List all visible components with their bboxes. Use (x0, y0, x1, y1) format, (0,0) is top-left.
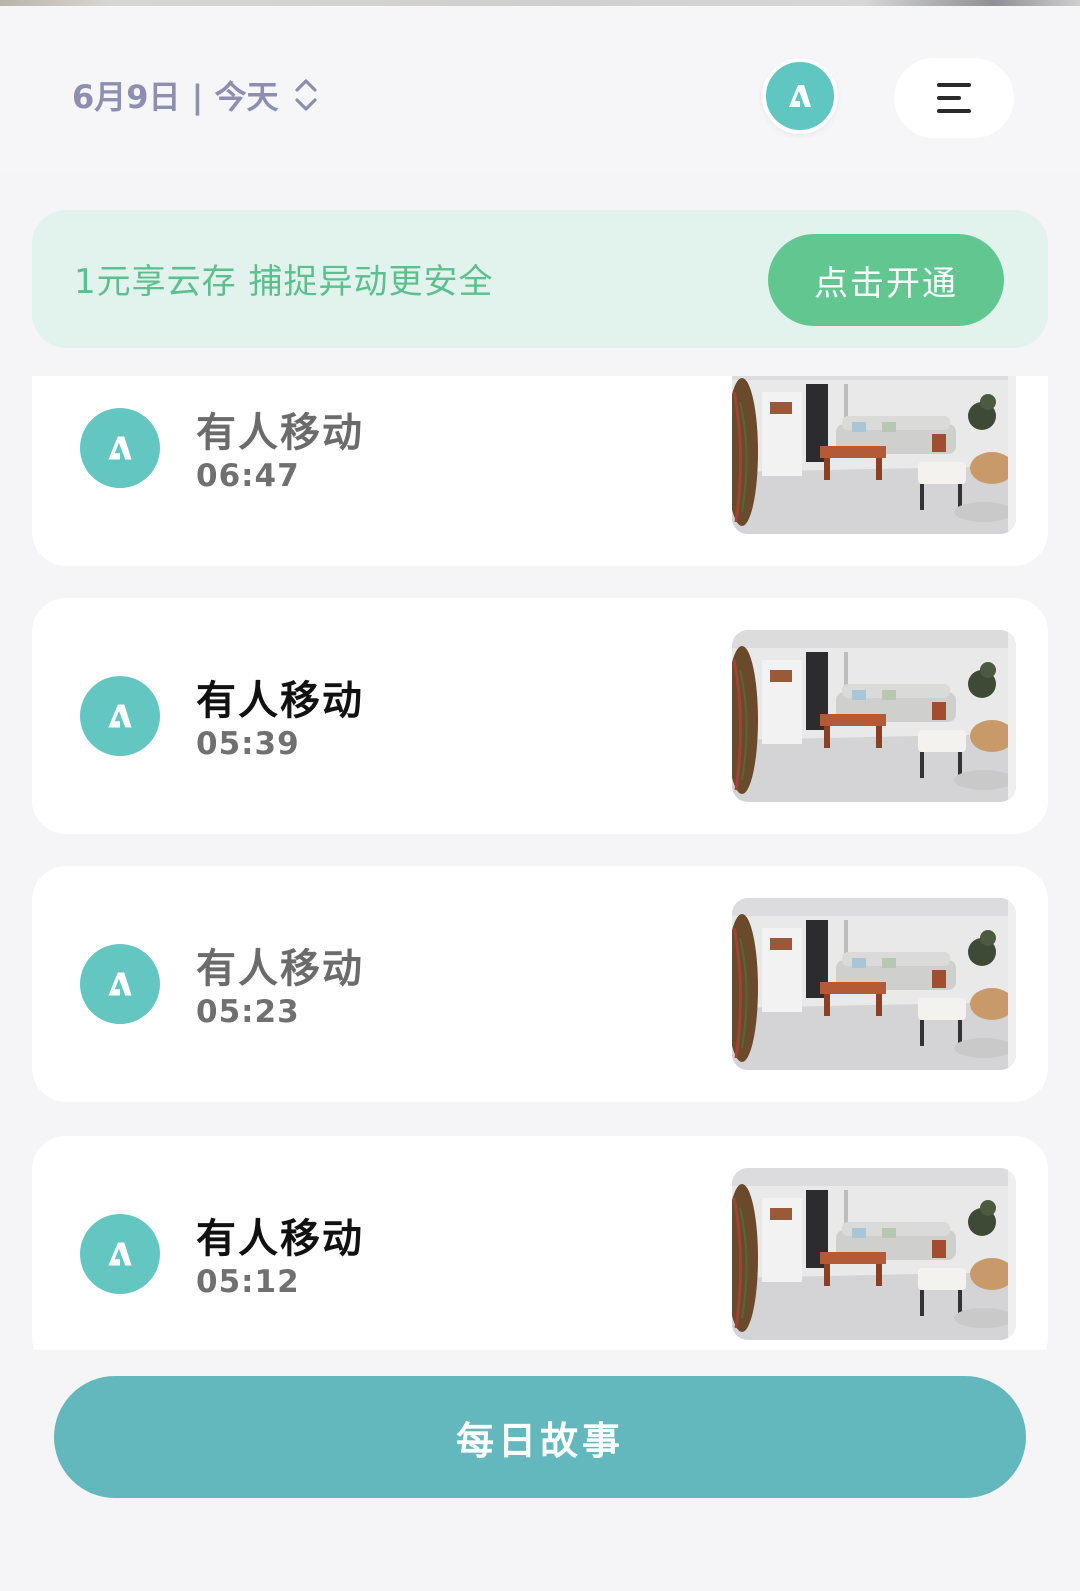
event-time: 05:12 (196, 1264, 300, 1300)
header: 6月9日 | 今天 (0, 6, 1080, 174)
event-card[interactable]: 有人移动 05:12 (32, 1136, 1048, 1350)
brand-logo-icon (780, 76, 820, 116)
activate-button[interactable]: 点击开通 (768, 234, 1004, 326)
event-time: 06:47 (196, 458, 300, 494)
event-list[interactable]: 有人移动 06:47 有人移动 05:39 有人移动 05:23 有人移动 05… (0, 376, 1080, 1350)
event-time: 05:39 (196, 726, 300, 762)
event-card[interactable]: 有人移动 06:47 (32, 376, 1048, 566)
menu-icon (937, 83, 971, 113)
menu-button[interactable] (894, 58, 1014, 138)
event-thumbnail[interactable] (732, 898, 1016, 1070)
event-title: 有人移动 (196, 1216, 364, 1262)
person-motion-icon (80, 944, 160, 1024)
event-title: 有人移动 (196, 946, 364, 992)
avatar[interactable] (762, 58, 838, 134)
person-motion-icon (80, 408, 160, 488)
event-card[interactable]: 有人移动 05:39 (32, 598, 1048, 834)
chevron-up-down-icon (294, 79, 317, 111)
event-thumbnail[interactable] (732, 1168, 1016, 1340)
event-thumbnail[interactable] (732, 376, 1016, 534)
event-title: 有人移动 (196, 410, 364, 456)
promo-text: 1元享云存 捕捉异动更安全 (74, 262, 494, 302)
daily-story-button[interactable]: 每日故事 (54, 1376, 1026, 1498)
person-motion-icon (80, 676, 160, 756)
event-thumbnail[interactable] (732, 630, 1016, 802)
date-selector[interactable]: 6月9日 | 今天 (72, 72, 319, 118)
date-label: 6月9日 | 今天 (72, 78, 279, 116)
event-time: 05:23 (196, 994, 300, 1030)
event-card[interactable]: 有人移动 05:23 (32, 866, 1048, 1102)
cloud-storage-promo-banner: 1元享云存 捕捉异动更安全 点击开通 (32, 210, 1048, 348)
event-title: 有人移动 (196, 678, 364, 724)
person-motion-icon (80, 1214, 160, 1294)
